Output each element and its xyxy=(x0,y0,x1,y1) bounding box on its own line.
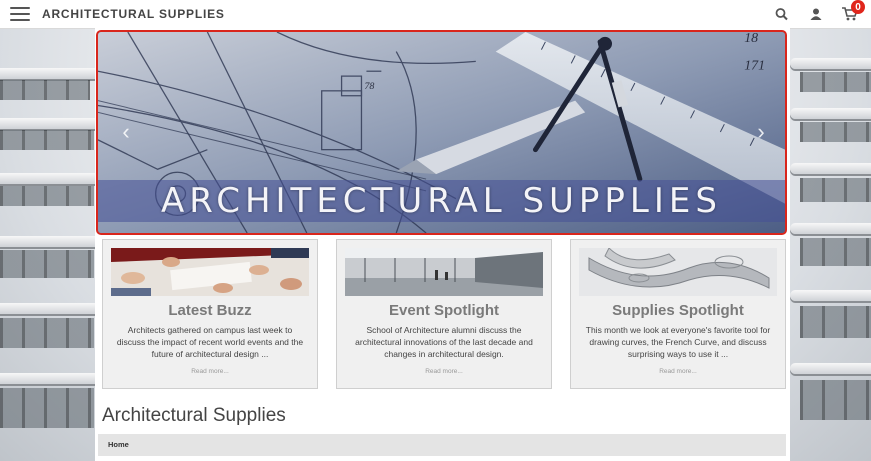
top-navigation-bar: ARCHITECTURAL SUPPLIES 0 xyxy=(0,0,871,29)
chevron-right-icon[interactable]: › xyxy=(751,120,771,144)
hero-title: ARCHITECTURAL SUPPLIES xyxy=(98,180,785,222)
read-more-link[interactable]: Read more... xyxy=(571,368,785,375)
svg-text:171: 171 xyxy=(744,57,765,72)
chevron-left-icon[interactable]: ‹ xyxy=(116,120,136,144)
card-body: School of Architecture alumni discuss th… xyxy=(355,325,533,359)
card-supplies-spotlight[interactable]: Supplies Spotlight This month we look at… xyxy=(570,239,786,389)
read-more-link[interactable]: Read more... xyxy=(103,368,317,375)
card-latest-buzz[interactable]: Latest Buzz Architects gathered on campu… xyxy=(102,239,318,389)
cart-icon[interactable]: 0 xyxy=(841,0,865,23)
card-event-spotlight[interactable]: Event Spotlight School of Architecture a… xyxy=(336,239,552,389)
card-title: Latest Buzz xyxy=(168,302,252,319)
card-body: This month we look at everyone's favorit… xyxy=(585,325,771,359)
svg-text:78: 78 xyxy=(364,81,374,92)
meeting-hands-image xyxy=(111,248,309,296)
page-title: Architectural Supplies xyxy=(102,405,286,426)
french-curves-image xyxy=(579,248,777,296)
card-title: Supplies Spotlight xyxy=(612,302,744,319)
cart-count-badge: 0 xyxy=(851,0,865,14)
site-brand[interactable]: ARCHITECTURAL SUPPLIES xyxy=(42,7,225,21)
card-body: Architects gathered on campus last week … xyxy=(116,325,304,359)
search-icon[interactable] xyxy=(773,5,791,23)
hero-banner-carousel[interactable]: 18 171 78 ARCHITECTURAL SUPPLIES ‹ › xyxy=(96,30,787,235)
breadcrumb: Home xyxy=(98,434,786,456)
user-icon[interactable] xyxy=(807,5,825,23)
card-title: Event Spotlight xyxy=(389,302,499,319)
read-more-link[interactable]: Read more... xyxy=(337,368,551,375)
hamburger-menu-icon[interactable] xyxy=(10,7,30,21)
breadcrumb-home-link[interactable]: Home xyxy=(108,440,129,449)
atrium-interior-image xyxy=(345,248,543,296)
svg-text:18: 18 xyxy=(744,32,758,45)
